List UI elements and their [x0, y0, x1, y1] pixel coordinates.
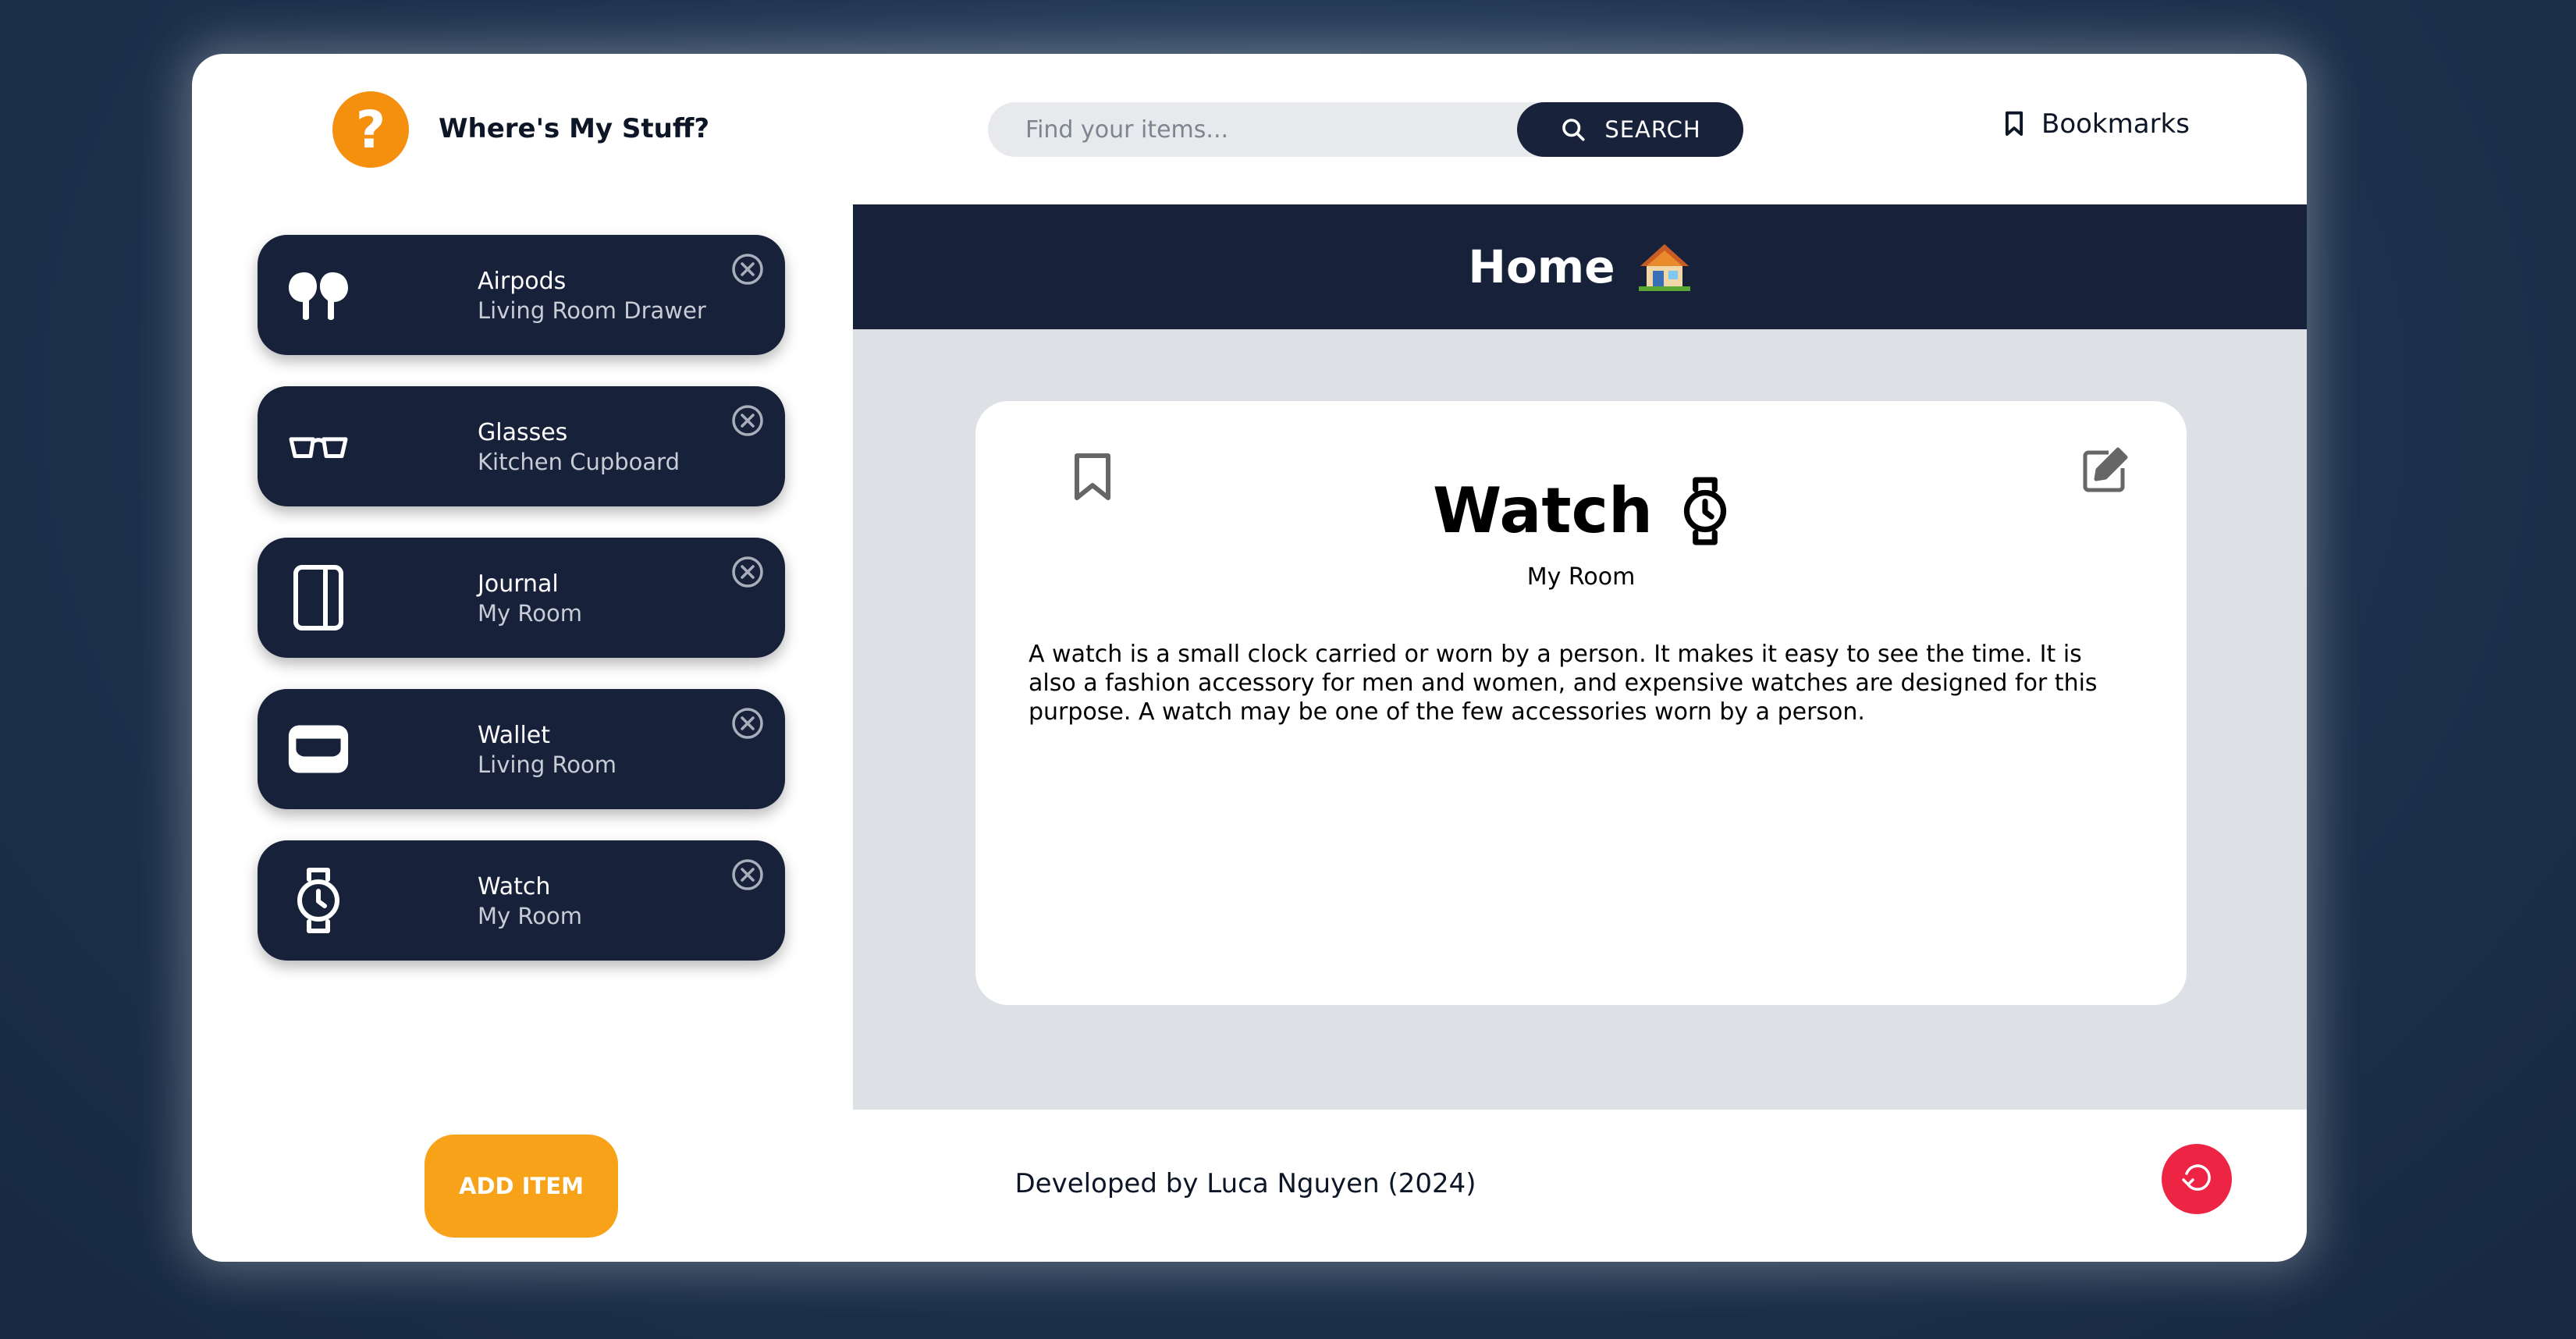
footer-credit: Developed by Luca Nguyen (2024)	[1014, 1168, 1476, 1199]
bookmarks-link[interactable]: Bookmarks	[2004, 108, 2190, 140]
item-location: Living Room	[478, 751, 617, 778]
undo-icon	[2182, 1164, 2211, 1191]
remove-item-icon[interactable]	[730, 858, 765, 892]
glasses-icon	[287, 414, 350, 478]
house-icon	[1638, 244, 1690, 291]
search-input[interactable]	[988, 102, 1503, 157]
bookmarks-label: Bookmarks	[2041, 108, 2190, 140]
item-location: My Room	[478, 903, 582, 929]
remove-item-icon[interactable]	[730, 252, 765, 286]
item-name: Watch	[478, 873, 551, 900]
sidebar-item-watch[interactable]: Watch My Room	[258, 840, 785, 961]
search-button-label: SEARCH	[1604, 116, 1701, 143]
item-location: Kitchen Cupboard	[478, 449, 680, 475]
item-location: My Room	[478, 600, 582, 627]
page-title: Home	[1468, 240, 1615, 293]
watch-icon	[1683, 477, 1727, 545]
item-location: Living Room Drawer	[478, 297, 706, 324]
remove-item-icon[interactable]	[730, 706, 765, 741]
sidebar-item-glasses[interactable]: Glasses Kitchen Cupboard	[258, 386, 785, 506]
wallet-icon	[287, 717, 350, 781]
item-detail-card: Watch My Room A watch is a small clock c…	[975, 401, 2187, 1005]
remove-item-icon[interactable]	[730, 555, 765, 589]
item-name: Glasses	[478, 419, 568, 446]
item-title: Watch	[1433, 474, 1653, 547]
item-location: My Room	[1526, 563, 1636, 591]
journal-icon	[287, 565, 350, 630]
item-name: Journal	[478, 570, 559, 598]
sidebar-item-journal[interactable]: Journal My Room	[258, 538, 785, 658]
item-description: A watch is a small clock carried or worn…	[1029, 641, 2098, 726]
main-header: Home	[853, 204, 2307, 329]
item-name: Airpods	[478, 268, 567, 295]
sidebar-item-airpods[interactable]: Airpods Living Room Drawer	[258, 235, 785, 355]
remove-item-icon[interactable]	[730, 403, 765, 438]
app-window: ? Where's My Stuff? SEARCH Bookmarks Air…	[192, 54, 2307, 1262]
main-panel: Home Watch My Room A watch is a small cl…	[853, 204, 2307, 1110]
reset-button[interactable]	[2162, 1144, 2232, 1214]
item-name: Wallet	[478, 722, 551, 749]
sidebar-item-wallet[interactable]: Wallet Living Room	[258, 689, 785, 809]
search-button[interactable]: SEARCH	[1517, 102, 1743, 157]
search-icon	[1562, 119, 1585, 141]
card-title-row: Watch	[975, 474, 2187, 547]
bookmark-icon	[2005, 111, 2023, 136]
watch-icon	[287, 868, 350, 933]
logo-icon: ?	[332, 91, 409, 168]
app-title: Where's My Stuff?	[439, 113, 710, 144]
airpods-icon	[287, 263, 350, 327]
search-bar: SEARCH	[988, 102, 1743, 157]
